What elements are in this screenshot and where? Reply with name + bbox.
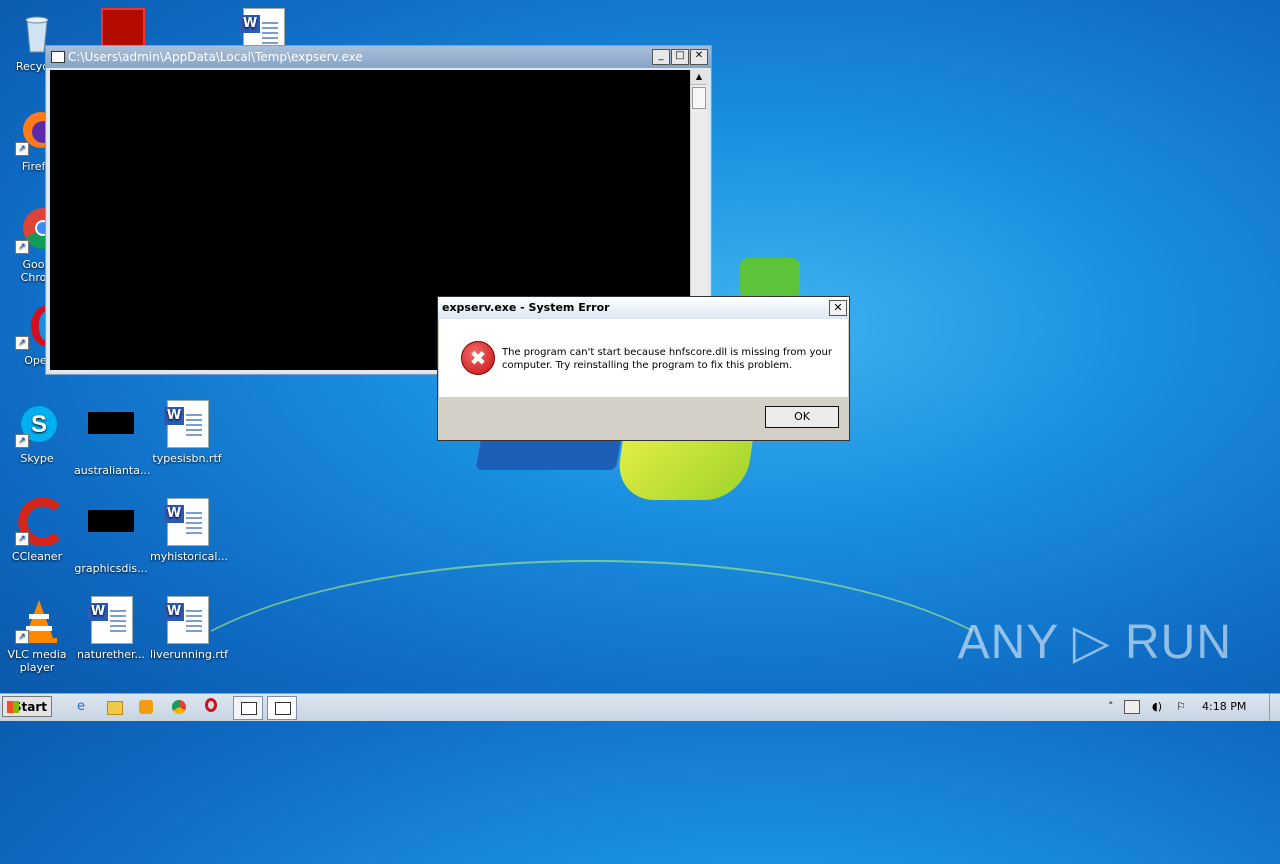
desktop-icon-liverunning[interactable]: W liverunning.rtf [150, 596, 229, 661]
desktop-icon-label: Skype [20, 452, 54, 465]
svg-text:S: S [31, 411, 47, 438]
maximize-button[interactable]: □ [671, 49, 689, 65]
dialog-close-button[interactable]: ✕ [829, 300, 847, 316]
word-document-icon: W [163, 400, 211, 448]
desktop-icon-ccleaner[interactable]: ↗ CCleaner [0, 497, 74, 563]
system-tray: ˄ ◖) ⚐ 4:18 PM [1102, 694, 1280, 721]
word-document-icon: W [163, 596, 211, 644]
scroll-up-arrow-icon[interactable]: ▲ [691, 70, 707, 85]
tray-speaker-icon[interactable]: ◖) [1152, 700, 1162, 713]
error-message: The program can't start because hnfscore… [502, 347, 832, 371]
desktop-icon-skype[interactable]: S ↗ Skype [0, 400, 74, 465]
taskbar-explorer-icon[interactable] [103, 697, 125, 717]
taskbar-media-player-icon[interactable] [136, 697, 158, 717]
shortcut-arrow-icon: ↗ [15, 630, 29, 644]
show-desktop-button[interactable] [1269, 694, 1280, 721]
desktop-icon-australianta[interactable]: australianta... [74, 400, 151, 477]
desktop-icon-label: VLC media player [7, 648, 67, 674]
word-document-icon: W [163, 498, 211, 546]
desktop-icon-graphicsdis[interactable]: graphicsdis... [74, 498, 148, 575]
taskbar-window-button-console[interactable] [267, 696, 297, 720]
error-icon: ✖ [461, 341, 495, 375]
desktop-icon-typesisbn[interactable]: W typesisbn.rtf [150, 400, 224, 465]
desktop-icon-label: australianta... [74, 464, 151, 477]
desktop-icon-naturether[interactable]: W naturether... [74, 596, 148, 661]
shortcut-arrow-icon: ↗ [15, 434, 29, 448]
desktop-icon-label: naturether... [76, 648, 146, 661]
taskbar-window-button-1[interactable] [233, 696, 263, 720]
desktop-icon-label: liverunning.rtf [150, 648, 229, 661]
tray-show-hidden-icon[interactable]: ˄ [1108, 700, 1114, 713]
taskbar-ie-icon[interactable]: e [70, 697, 92, 717]
vlc-cone-icon: ↗ [13, 596, 61, 644]
skype-icon: S ↗ [13, 400, 61, 448]
ok-button[interactable]: OK [765, 406, 839, 428]
desktop-icon-myhistorical[interactable]: W myhistorical... [150, 498, 228, 563]
minimize-button[interactable]: _ [652, 49, 670, 65]
shortcut-arrow-icon: ↗ [15, 142, 29, 156]
close-button[interactable]: ✕ [690, 49, 708, 65]
ccleaner-icon: ↗ [13, 497, 61, 547]
console-app-icon [51, 51, 65, 63]
tray-action-center-flag-icon[interactable]: ⚐ [1176, 700, 1186, 713]
desktop-icon-label: graphicsdis... [74, 562, 148, 575]
dialog-title: expserv.exe - System Error [442, 301, 610, 314]
shortcut-arrow-icon: ↗ [15, 240, 29, 254]
taskbar-chrome-icon[interactable] [169, 697, 191, 717]
black-window-thumbnail-icon [87, 510, 135, 558]
start-button[interactable]: Start [2, 696, 52, 717]
word-document-icon: W [87, 596, 135, 644]
dialog-content: ✖ The program can't start because hnfsco… [439, 319, 848, 397]
shortcut-arrow-icon: ↗ [15, 532, 29, 546]
tray-network-icon[interactable] [1124, 700, 1140, 714]
desktop-icon-label: CCleaner [11, 550, 63, 563]
taskbar-clock[interactable]: 4:18 PM [1202, 700, 1246, 713]
scrollbar-thumb[interactable] [692, 87, 706, 109]
shortcut-arrow-icon: ↗ [15, 336, 29, 350]
desktop-icon-label: typesisbn.rtf [152, 452, 222, 465]
anyrun-watermark: ANY ▷ RUN [957, 616, 1232, 669]
black-window-thumbnail-icon [87, 412, 135, 460]
desktop-icon-label: myhistorical... [150, 550, 228, 563]
windows-logo-icon [7, 701, 19, 713]
taskbar-opera-icon[interactable] [202, 697, 224, 717]
console-titlebar[interactable]: C:\Users\admin\AppData\Local\Temp\expser… [46, 46, 711, 68]
system-error-dialog[interactable]: expserv.exe - System Error ✕ ✖ The progr… [437, 296, 850, 441]
desktop-icon-vlc[interactable]: ↗ VLC media player [0, 596, 74, 674]
taskbar: Start e ˄ ◖) ⚐ 4:18 PM [0, 693, 1280, 721]
console-title: C:\Users\admin\AppData\Local\Temp\expser… [68, 50, 363, 64]
wallpaper-shape-green [740, 258, 800, 298]
dialog-titlebar[interactable]: expserv.exe - System Error ✕ [438, 297, 849, 319]
